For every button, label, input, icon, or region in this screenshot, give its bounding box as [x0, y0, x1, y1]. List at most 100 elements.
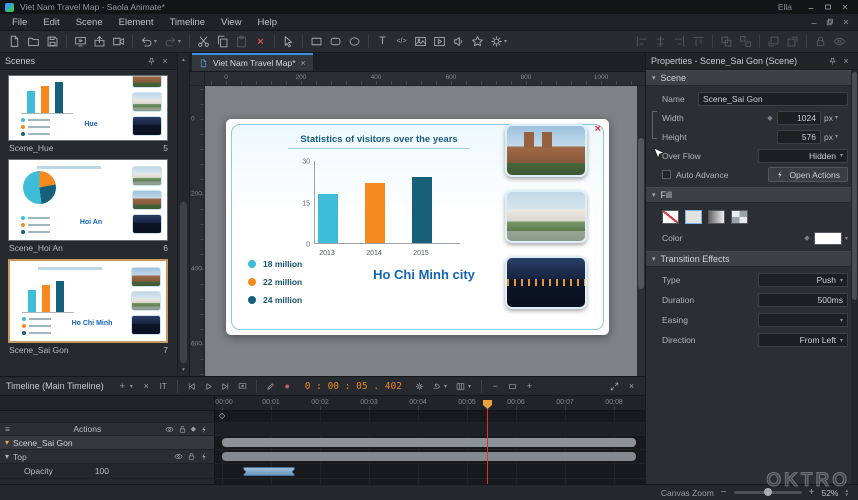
- properties-pin-icon[interactable]: [825, 55, 839, 68]
- doc-restore-button[interactable]: [822, 16, 838, 29]
- html-widget-tool-button[interactable]: </>: [392, 33, 411, 51]
- delete-button[interactable]: ×: [251, 33, 270, 51]
- opacity-value[interactable]: 100: [95, 466, 109, 476]
- timeline-close-icon[interactable]: ×: [624, 379, 639, 394]
- direction-dropdown[interactable]: From Left▾: [758, 333, 848, 347]
- rename-timeline-button[interactable]: IT: [156, 379, 171, 394]
- menu-timeline[interactable]: Timeline: [161, 17, 213, 28]
- height-input[interactable]: 576: [777, 130, 821, 144]
- properties-scrollbar[interactable]: [851, 70, 858, 484]
- add-timeline-caret[interactable]: ▾: [130, 383, 137, 390]
- remove-timeline-button[interactable]: ×: [139, 379, 154, 394]
- bring-forward-button[interactable]: [764, 33, 783, 51]
- zoom-in-timeline-button[interactable]: +: [522, 379, 537, 394]
- scene-track[interactable]: [215, 436, 645, 450]
- element-duration-bar[interactable]: [222, 452, 636, 461]
- float-panel-icon[interactable]: [607, 379, 622, 394]
- align-top-button[interactable]: [689, 33, 708, 51]
- new-document-button[interactable]: [5, 33, 24, 51]
- open-actions-button[interactable]: Open Actions: [768, 167, 848, 182]
- more-tools-caret[interactable]: ▾: [504, 38, 511, 45]
- width-keyframe-icon[interactable]: ◆: [766, 114, 774, 122]
- canvas-viewport[interactable]: × Statistics of visitors over the years …: [205, 86, 645, 376]
- scene-item-hoi-an[interactable]: Hoi An Scene_Hoi An: [8, 159, 169, 254]
- rectangle-tool-button[interactable]: [307, 33, 326, 51]
- top-element-track[interactable]: [215, 450, 645, 464]
- height-unit-dropdown[interactable]: px▾: [824, 132, 848, 142]
- scene-marker-icon[interactable]: ▾: [5, 438, 9, 447]
- image-tool-button[interactable]: [411, 33, 430, 51]
- redo-menu-caret[interactable]: ▾: [178, 38, 185, 45]
- fill-solid-swatch[interactable]: [685, 210, 702, 224]
- city-title[interactable]: Ho Chi Minh city: [342, 267, 506, 282]
- copy-button[interactable]: [213, 33, 232, 51]
- fill-none-swatch[interactable]: [662, 210, 679, 224]
- lock-element-button[interactable]: [811, 33, 830, 51]
- scenes-close-icon[interactable]: ×: [158, 55, 172, 68]
- preview-scene-button[interactable]: [235, 379, 250, 394]
- color-swatch[interactable]: [814, 232, 842, 245]
- slide-close-icon[interactable]: ×: [595, 123, 601, 135]
- go-to-start-button[interactable]: [184, 379, 199, 394]
- playhead[interactable]: [483, 400, 492, 484]
- undo-menu-caret[interactable]: ▾: [154, 38, 161, 45]
- scrollbar-thumb[interactable]: [180, 202, 187, 363]
- window-close-button[interactable]: [836, 1, 853, 13]
- snap-icon[interactable]: [429, 379, 444, 394]
- doc-minimize-button[interactable]: [806, 16, 822, 29]
- save-document-button[interactable]: [43, 33, 62, 51]
- menu-scene[interactable]: Scene: [68, 17, 111, 28]
- fit-timeline-button[interactable]: [505, 379, 520, 394]
- audio-tool-button[interactable]: [449, 33, 468, 51]
- export-video-button[interactable]: [109, 33, 128, 51]
- grid-caret[interactable]: ▾: [468, 383, 475, 390]
- zoom-out-timeline-button[interactable]: −: [488, 379, 503, 394]
- scene-name-field[interactable]: Scene_Sai Gon: [698, 92, 848, 106]
- visibility-button[interactable]: [830, 33, 849, 51]
- timeline-view-grid-icon[interactable]: [453, 379, 468, 394]
- transition-type-dropdown[interactable]: Push▾: [758, 273, 848, 287]
- open-document-button[interactable]: [24, 33, 43, 51]
- preview-in-browser-button[interactable]: [71, 33, 90, 51]
- opacity-animation-segment[interactable]: ◆ ◆: [243, 467, 295, 476]
- align-center-button[interactable]: [651, 33, 670, 51]
- scroll-up-icon[interactable]: ▴: [178, 54, 189, 65]
- add-timeline-button[interactable]: +: [115, 379, 130, 394]
- scene-thumbnail-selected[interactable]: Ho Chi Minh: [8, 259, 168, 343]
- video-tool-button[interactable]: [430, 33, 449, 51]
- snap-caret[interactable]: ▾: [444, 383, 451, 390]
- overflow-dropdown[interactable]: Hidden▾: [758, 149, 848, 163]
- document-tab[interactable]: Viet Nam Travel Map* ×: [192, 53, 313, 71]
- go-to-end-button[interactable]: [218, 379, 233, 394]
- color-caret[interactable]: ▾: [845, 235, 848, 242]
- scene-keyframe-row[interactable]: ◇: [215, 411, 645, 423]
- timeline-tracks[interactable]: ◇ ◆ ◆: [215, 411, 645, 484]
- easing-dropdown[interactable]: ▾: [758, 313, 848, 327]
- slide-legend[interactable]: 18 million 22 million 24 million: [248, 255, 302, 309]
- scrollbar-thumb[interactable]: [638, 138, 644, 289]
- menu-file[interactable]: File: [4, 17, 35, 28]
- scrollbar-thumb[interactable]: [852, 72, 857, 300]
- scene-canvas[interactable]: × Statistics of visitors over the years …: [226, 119, 609, 335]
- tab-close-icon[interactable]: ×: [301, 58, 306, 68]
- doc-close-button[interactable]: [838, 16, 854, 29]
- canvas-vertical-scrollbar[interactable]: [637, 86, 645, 376]
- send-backward-button[interactable]: [783, 33, 802, 51]
- menu-edit[interactable]: Edit: [35, 17, 67, 28]
- fill-section-header[interactable]: ▾ Fill: [646, 187, 858, 203]
- auto-keyframe-icon[interactable]: [412, 379, 427, 394]
- play-button[interactable]: [201, 379, 216, 394]
- ungroup-button[interactable]: [736, 33, 755, 51]
- width-unit-dropdown[interactable]: px▾: [824, 113, 848, 123]
- window-maximize-button[interactable]: [819, 1, 836, 13]
- scroll-down-icon[interactable]: ▾: [178, 364, 189, 375]
- opacity-track[interactable]: ◆ ◆: [215, 464, 645, 479]
- scene-section-header[interactable]: ▾ Scene: [646, 70, 858, 86]
- photo-city-night[interactable]: [505, 256, 587, 309]
- scenes-scrollbar[interactable]: ▴ ▾: [178, 53, 190, 376]
- slide-title[interactable]: Statistics of visitors over the years: [288, 134, 470, 149]
- keyframe-icon[interactable]: ◆: [240, 467, 246, 476]
- timeline-tracks-area[interactable]: 00:00 00:01 00:02 00:03 00:04 00:05 00:0…: [215, 396, 645, 484]
- fill-gradient-swatch[interactable]: [708, 210, 725, 224]
- menu-help[interactable]: Help: [249, 17, 285, 28]
